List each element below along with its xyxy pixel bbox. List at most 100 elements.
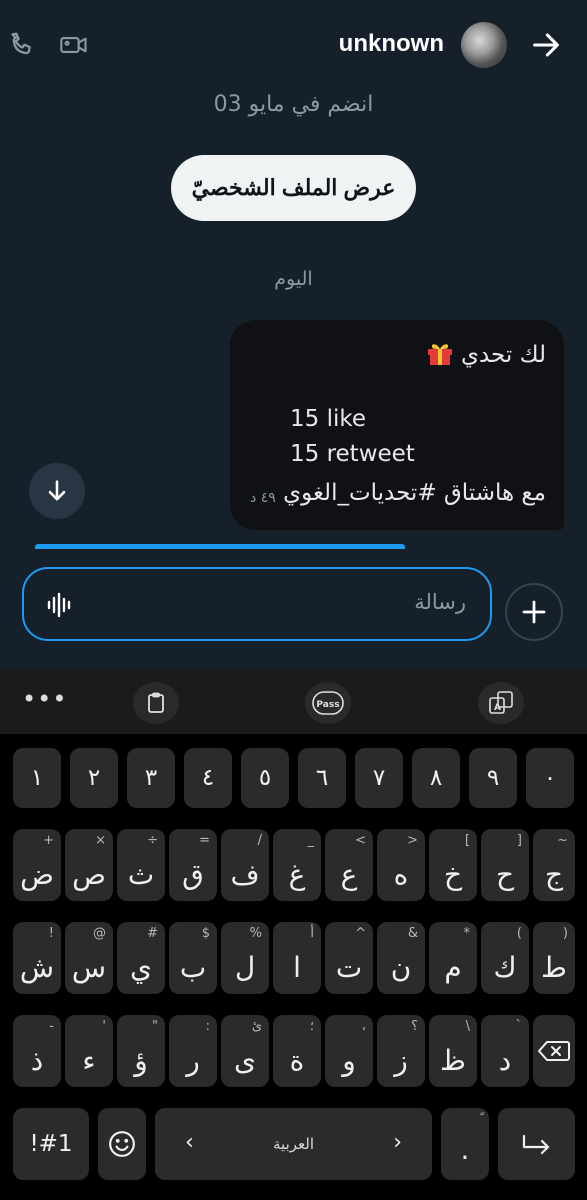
- key-number[interactable]: ١: [13, 748, 61, 808]
- key-letter[interactable]: ! ش: [13, 922, 61, 994]
- key-letter[interactable]: _ غ: [273, 829, 321, 901]
- key-letter[interactable]: ~ ج: [533, 829, 575, 901]
- key-main: ع: [340, 858, 358, 891]
- key-letter[interactable]: + ض: [13, 829, 61, 901]
- avatar[interactable]: [461, 22, 507, 68]
- period-key[interactable]: ً .: [441, 1108, 489, 1180]
- key-number[interactable]: ٤: [184, 748, 232, 808]
- key-letter[interactable]: -ذ: [13, 1015, 61, 1087]
- key-main: ث: [127, 858, 155, 891]
- add-media-button[interactable]: [505, 583, 563, 641]
- key-letter[interactable]: :ر: [169, 1015, 217, 1087]
- key-letter[interactable]: ÷ ث: [117, 829, 165, 901]
- video-icon[interactable]: [59, 30, 91, 60]
- key-sub: $: [201, 926, 210, 941]
- message-placeholder: رسالة: [414, 590, 466, 614]
- symbols-key[interactable]: !#1: [13, 1108, 89, 1180]
- message-input[interactable]: رسالة: [22, 567, 492, 641]
- key-letter[interactable]: ` د: [481, 1015, 529, 1087]
- backspace-key[interactable]: [533, 1015, 575, 1087]
- key-sub: !: [48, 926, 54, 941]
- key-main: ا: [293, 951, 301, 984]
- message-bubble[interactable]: لك تحدي 15 like 15 retweet مع هاشتاق #تح…: [230, 320, 564, 530]
- key-letter[interactable]: ، و: [325, 1015, 373, 1087]
- key-letter[interactable]: ئى: [221, 1015, 269, 1087]
- key-main: س: [71, 951, 107, 984]
- key-sub: ÷: [147, 833, 158, 848]
- scroll-down-button[interactable]: [29, 463, 85, 519]
- day-divider: اليوم: [274, 268, 313, 290]
- key-letter[interactable]: ' ء: [65, 1015, 113, 1087]
- key-main: و: [342, 1044, 356, 1077]
- emoji-key[interactable]: [98, 1108, 146, 1180]
- key-main: ة: [289, 1044, 305, 1077]
- space-label: العربية: [273, 1135, 314, 1153]
- key-number[interactable]: ٣: [127, 748, 175, 808]
- key-letter[interactable]: = ق: [169, 829, 217, 901]
- message-line-4: مع هاشتاق #تحديات_الغوي: [283, 480, 546, 506]
- key-number[interactable]: ٢: [70, 748, 118, 808]
- key-number[interactable]: ٨: [412, 748, 460, 808]
- key-letter[interactable]: ) ط: [533, 922, 575, 994]
- key-sub: &: [407, 926, 418, 941]
- view-profile-button[interactable]: عرض الملف الشخصيّ: [171, 155, 416, 221]
- key-letter[interactable]: [خ: [429, 829, 477, 901]
- key-sub: /: [257, 833, 262, 848]
- key-letter[interactable]: ؛ ة: [273, 1015, 321, 1087]
- key-main: ذ: [30, 1044, 44, 1077]
- key-number[interactable]: ٥: [241, 748, 289, 808]
- pass-button[interactable]: Pass: [305, 682, 351, 724]
- space-key[interactable]: ‹ العربية ›: [155, 1108, 432, 1180]
- key-letter[interactable]: & ن: [377, 922, 425, 994]
- key-main: ت: [335, 951, 363, 984]
- key-sub: ~: [557, 833, 568, 848]
- key-number[interactable]: ٧: [355, 748, 403, 808]
- key-sub: +: [43, 833, 54, 848]
- key-letter[interactable]: $ ب: [169, 922, 217, 994]
- key-sub: \: [465, 1019, 470, 1034]
- key-letter[interactable]: < ع: [325, 829, 373, 901]
- key-main: ج: [544, 858, 564, 891]
- pass-icon: Pass: [312, 691, 344, 715]
- key-letter[interactable]: ^ ت: [325, 922, 373, 994]
- key-sub: >: [407, 833, 418, 848]
- voice-wave-icon[interactable]: [46, 591, 72, 619]
- joined-date: انضم في مايو 03: [213, 92, 374, 117]
- key-sub: @: [93, 926, 106, 941]
- key-letter[interactable]: @ س: [65, 922, 113, 994]
- key-letter[interactable]: ] ح: [481, 829, 529, 901]
- key-main: ب: [179, 951, 207, 984]
- key-number[interactable]: ٠: [526, 748, 574, 808]
- key-number[interactable]: ٩: [469, 748, 517, 808]
- key-sub: ]: [516, 833, 522, 848]
- key-sub: `: [515, 1019, 523, 1034]
- key-letter[interactable]: * م: [429, 922, 477, 994]
- key-sub: =: [199, 833, 210, 848]
- enter-key[interactable]: [498, 1108, 575, 1180]
- key-letter[interactable]: \ ظ: [429, 1015, 477, 1087]
- emoji-icon: [109, 1131, 135, 1157]
- key-main: ف: [230, 858, 260, 891]
- key-sub: ^: [355, 926, 366, 941]
- keyboard: ١ ٢ ٣ ٤ ٥ ٦ ٧ ٨ ٩ ٠ + ض × ص ÷ ث = ق / ف _ غ < ع…: [0, 734, 587, 1200]
- phone-icon[interactable]: [8, 30, 38, 60]
- key-letter[interactable]: / ف: [221, 829, 269, 901]
- back-arrow-icon[interactable]: [529, 28, 563, 62]
- key-letter[interactable]: أا: [273, 922, 321, 994]
- key-letter[interactable]: # ي: [117, 922, 165, 994]
- key-letter[interactable]: × ص: [65, 829, 113, 901]
- key-letter[interactable]: (ك: [481, 922, 529, 994]
- gift-emoji-icon: [427, 344, 452, 365]
- more-dots-icon[interactable]: •••: [22, 685, 67, 713]
- key-letter[interactable]: " ؤ: [117, 1015, 165, 1087]
- translate-button[interactable]: A: [478, 682, 524, 724]
- key-main: ط: [541, 951, 567, 984]
- chevron-right-icon: ›: [393, 1130, 402, 1155]
- clipboard-button[interactable]: [133, 682, 179, 724]
- key-sub: #: [147, 926, 158, 941]
- keyboard-toolbar: ••• Pass A: [0, 670, 587, 734]
- key-number[interactable]: ٦: [298, 748, 346, 808]
- key-letter[interactable]: ؟ ز: [377, 1015, 425, 1087]
- key-letter[interactable]: > ه: [377, 829, 425, 901]
- key-letter[interactable]: % ل: [221, 922, 269, 994]
